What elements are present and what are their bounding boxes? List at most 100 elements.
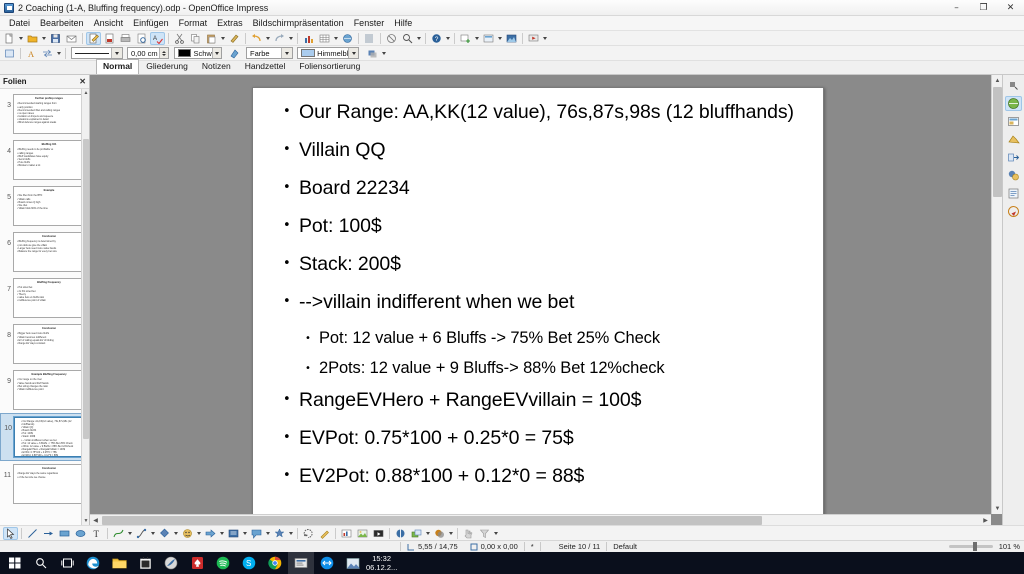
- tab-foliensortierung[interactable]: Foliensortierung: [292, 59, 367, 74]
- start-slideshow-icon[interactable]: [526, 32, 541, 45]
- slide-bullet-9[interactable]: • RangeEVHero + RangeEVvillain = 100$: [283, 388, 805, 412]
- impress-taskbar-icon[interactable]: [288, 552, 314, 574]
- help-icon[interactable]: ?: [429, 32, 444, 45]
- sidebar-slide-transition-icon[interactable]: [1005, 150, 1022, 165]
- horizontal-scroll-thumb[interactable]: [102, 516, 762, 525]
- menu-ansicht[interactable]: Ansicht: [89, 17, 129, 29]
- slide-thumbnail-6[interactable]: 6 Conclusion • Bluffing frequency is deter…: [0, 229, 89, 275]
- filter-icon[interactable]: [477, 527, 492, 540]
- tab-gliederung[interactable]: Gliederung: [139, 59, 195, 74]
- standard-toolbar-more-icon[interactable]: [542, 32, 548, 45]
- slide-bullet-1[interactable]: • Our Range: AA,KK(12 value), 76s,87s,98s…: [283, 100, 805, 124]
- menu-bearbeiten[interactable]: Bearbeiten: [35, 17, 89, 29]
- transform-icon[interactable]: [40, 47, 55, 60]
- symbol-shapes-icon[interactable]: [180, 527, 195, 540]
- scroll-left-icon[interactable]: ◀: [90, 515, 101, 525]
- clone-formatting-icon[interactable]: [227, 32, 242, 45]
- scroll-up-icon[interactable]: ▲: [82, 89, 89, 97]
- standard-toolbar-overflow-icon[interactable]: [445, 32, 451, 45]
- zoom-slider-track[interactable]: [948, 542, 993, 551]
- open-document-icon[interactable]: [25, 32, 40, 45]
- print-icon[interactable]: [118, 32, 133, 45]
- workspace-horizontal-scrollbar[interactable]: ◀ ▶: [90, 514, 991, 525]
- menu-fenster[interactable]: Fenster: [349, 17, 390, 29]
- menu-bildschirmpraesentation[interactable]: Bildschirmpräsentation: [248, 17, 349, 29]
- new-document-dropdown-icon[interactable]: [18, 32, 24, 45]
- insert-chart-draw-icon[interactable]: [339, 527, 354, 540]
- start-button[interactable]: [2, 552, 28, 574]
- vertical-scroll-thumb[interactable]: [993, 87, 1002, 197]
- slide-thumbnail-preview[interactable]: Further preflop ranges • Recommended star…: [13, 94, 85, 134]
- menu-datei[interactable]: Datei: [4, 17, 35, 29]
- sidebar-master-pages-icon[interactable]: [1005, 114, 1022, 129]
- slide-bullet-7[interactable]: • Pot: 12 value + 6 Bluffs -> 75% Bet 25%…: [283, 328, 805, 349]
- insert-movie-icon[interactable]: [371, 527, 386, 540]
- basic-shapes-dropdown-icon[interactable]: [173, 527, 179, 540]
- slide-thumbnail-5[interactable]: 5 Example • We 3bet from the BTN • Villain …: [0, 183, 89, 229]
- line-tool-icon[interactable]: [25, 527, 40, 540]
- close-button[interactable]: ✕: [997, 0, 1024, 16]
- slide-layout-dropdown-icon[interactable]: [497, 32, 503, 45]
- new-document-icon[interactable]: [2, 32, 17, 45]
- slide-thumbnail-preview[interactable]: Conclusion • Range EV stays the same rega…: [13, 464, 85, 504]
- slide-panel-scroll-area[interactable]: 3 Further preflop ranges • Recommended sta…: [0, 88, 89, 525]
- curve-tool-icon[interactable]: [111, 527, 126, 540]
- slide-thumbnail-preview[interactable]: • Our Range: AA,KK(12 value), 76s,87s,98…: [13, 416, 85, 458]
- transform-dropdown-icon[interactable]: [56, 47, 62, 60]
- slide-thumbnail-9[interactable]: 9 Example Bluffing Frequency • Our range o…: [0, 367, 89, 413]
- poker-app-icon[interactable]: [184, 552, 210, 574]
- block-arrows-icon[interactable]: [203, 527, 218, 540]
- slide-thumbnail-preview[interactable]: Conclusion • Bigger bets need more bluffs…: [13, 324, 85, 364]
- callout-dropdown-icon[interactable]: [265, 527, 271, 540]
- new-slide-dropdown-icon[interactable]: [474, 32, 480, 45]
- workspace-vertical-scrollbar[interactable]: ▲ ▼: [991, 75, 1002, 514]
- paste-icon[interactable]: [204, 32, 219, 45]
- zoom-icon[interactable]: [400, 32, 415, 45]
- flowchart-dropdown-icon[interactable]: [242, 527, 248, 540]
- slide-thumbnail-preview[interactable]: Bluffing 101 • Bluffing needs to be profi…: [13, 140, 85, 180]
- sidebar-settings-icon[interactable]: [1005, 78, 1022, 93]
- task-view-icon[interactable]: [54, 552, 80, 574]
- menu-hilfe[interactable]: Hilfe: [389, 17, 417, 29]
- basic-shapes-icon[interactable]: [157, 527, 172, 540]
- sidebar-gallery-icon[interactable]: [1005, 168, 1022, 183]
- cut-icon[interactable]: [172, 32, 187, 45]
- store-icon[interactable]: [132, 552, 158, 574]
- slide-content-placeholder[interactable]: • Our Range: AA,KK(12 value), 76s,87s,98s…: [253, 88, 823, 488]
- stars-shapes-icon[interactable]: [272, 527, 287, 540]
- slide-thumbnail-preview[interactable]: Conclusion • Bluffing frequency is determ…: [13, 232, 85, 272]
- media-player-icon[interactable]: [158, 552, 184, 574]
- insert-table-icon[interactable]: [317, 32, 332, 45]
- slide-panel-scroll-thumb[interactable]: [83, 139, 89, 439]
- slide-thumbnail-10[interactable]: 10 • Our Range: AA,KK(12 value), 76s,87s,…: [0, 413, 89, 461]
- print-preview-icon[interactable]: [134, 32, 149, 45]
- scroll-up-icon[interactable]: ▲: [992, 75, 1002, 86]
- drawing-toolbar-more-icon[interactable]: [493, 527, 499, 540]
- connector-dropdown-icon[interactable]: [150, 527, 156, 540]
- minimize-button[interactable]: –: [943, 0, 970, 16]
- interaction-icon[interactable]: [461, 527, 476, 540]
- search-icon[interactable]: [28, 552, 54, 574]
- connector-tool-icon[interactable]: [134, 527, 149, 540]
- flowchart-shapes-icon[interactable]: [226, 527, 241, 540]
- slide-thumbnail-11[interactable]: 11 Conclusion • Range EV stays the same re…: [0, 461, 89, 507]
- redo-dropdown-icon[interactable]: [288, 32, 294, 45]
- email-document-icon[interactable]: [64, 32, 79, 45]
- insert-image-draw-icon[interactable]: [355, 527, 370, 540]
- spellcheck-icon[interactable]: A: [150, 31, 165, 45]
- slide-bullet-11[interactable]: • EV2Pot: 0.88*100 + 0.12*0 = 88$: [283, 464, 805, 488]
- spinner-arrows[interactable]: [159, 48, 168, 58]
- close-icon[interactable]: ✕: [79, 77, 86, 86]
- scroll-down-icon[interactable]: ▼: [992, 503, 1002, 514]
- sidebar-custom-animation-icon[interactable]: [1005, 132, 1022, 147]
- open-dropdown-icon[interactable]: [41, 32, 47, 45]
- slide-bullet-10[interactable]: • EVPot: 0.75*100 + 0.25*0 = 75$: [283, 426, 805, 450]
- redo-icon[interactable]: [272, 32, 287, 45]
- slide-bullet-4[interactable]: • Pot: 100$: [283, 214, 805, 238]
- maximize-button[interactable]: ❐: [970, 0, 997, 16]
- sidebar-styles-icon[interactable]: [1005, 186, 1022, 201]
- chevron-down-icon[interactable]: [211, 48, 221, 58]
- block-arrows-dropdown-icon[interactable]: [219, 527, 225, 540]
- fontwork-icon[interactable]: A: [24, 47, 39, 60]
- hide-guides-icon[interactable]: [384, 32, 399, 45]
